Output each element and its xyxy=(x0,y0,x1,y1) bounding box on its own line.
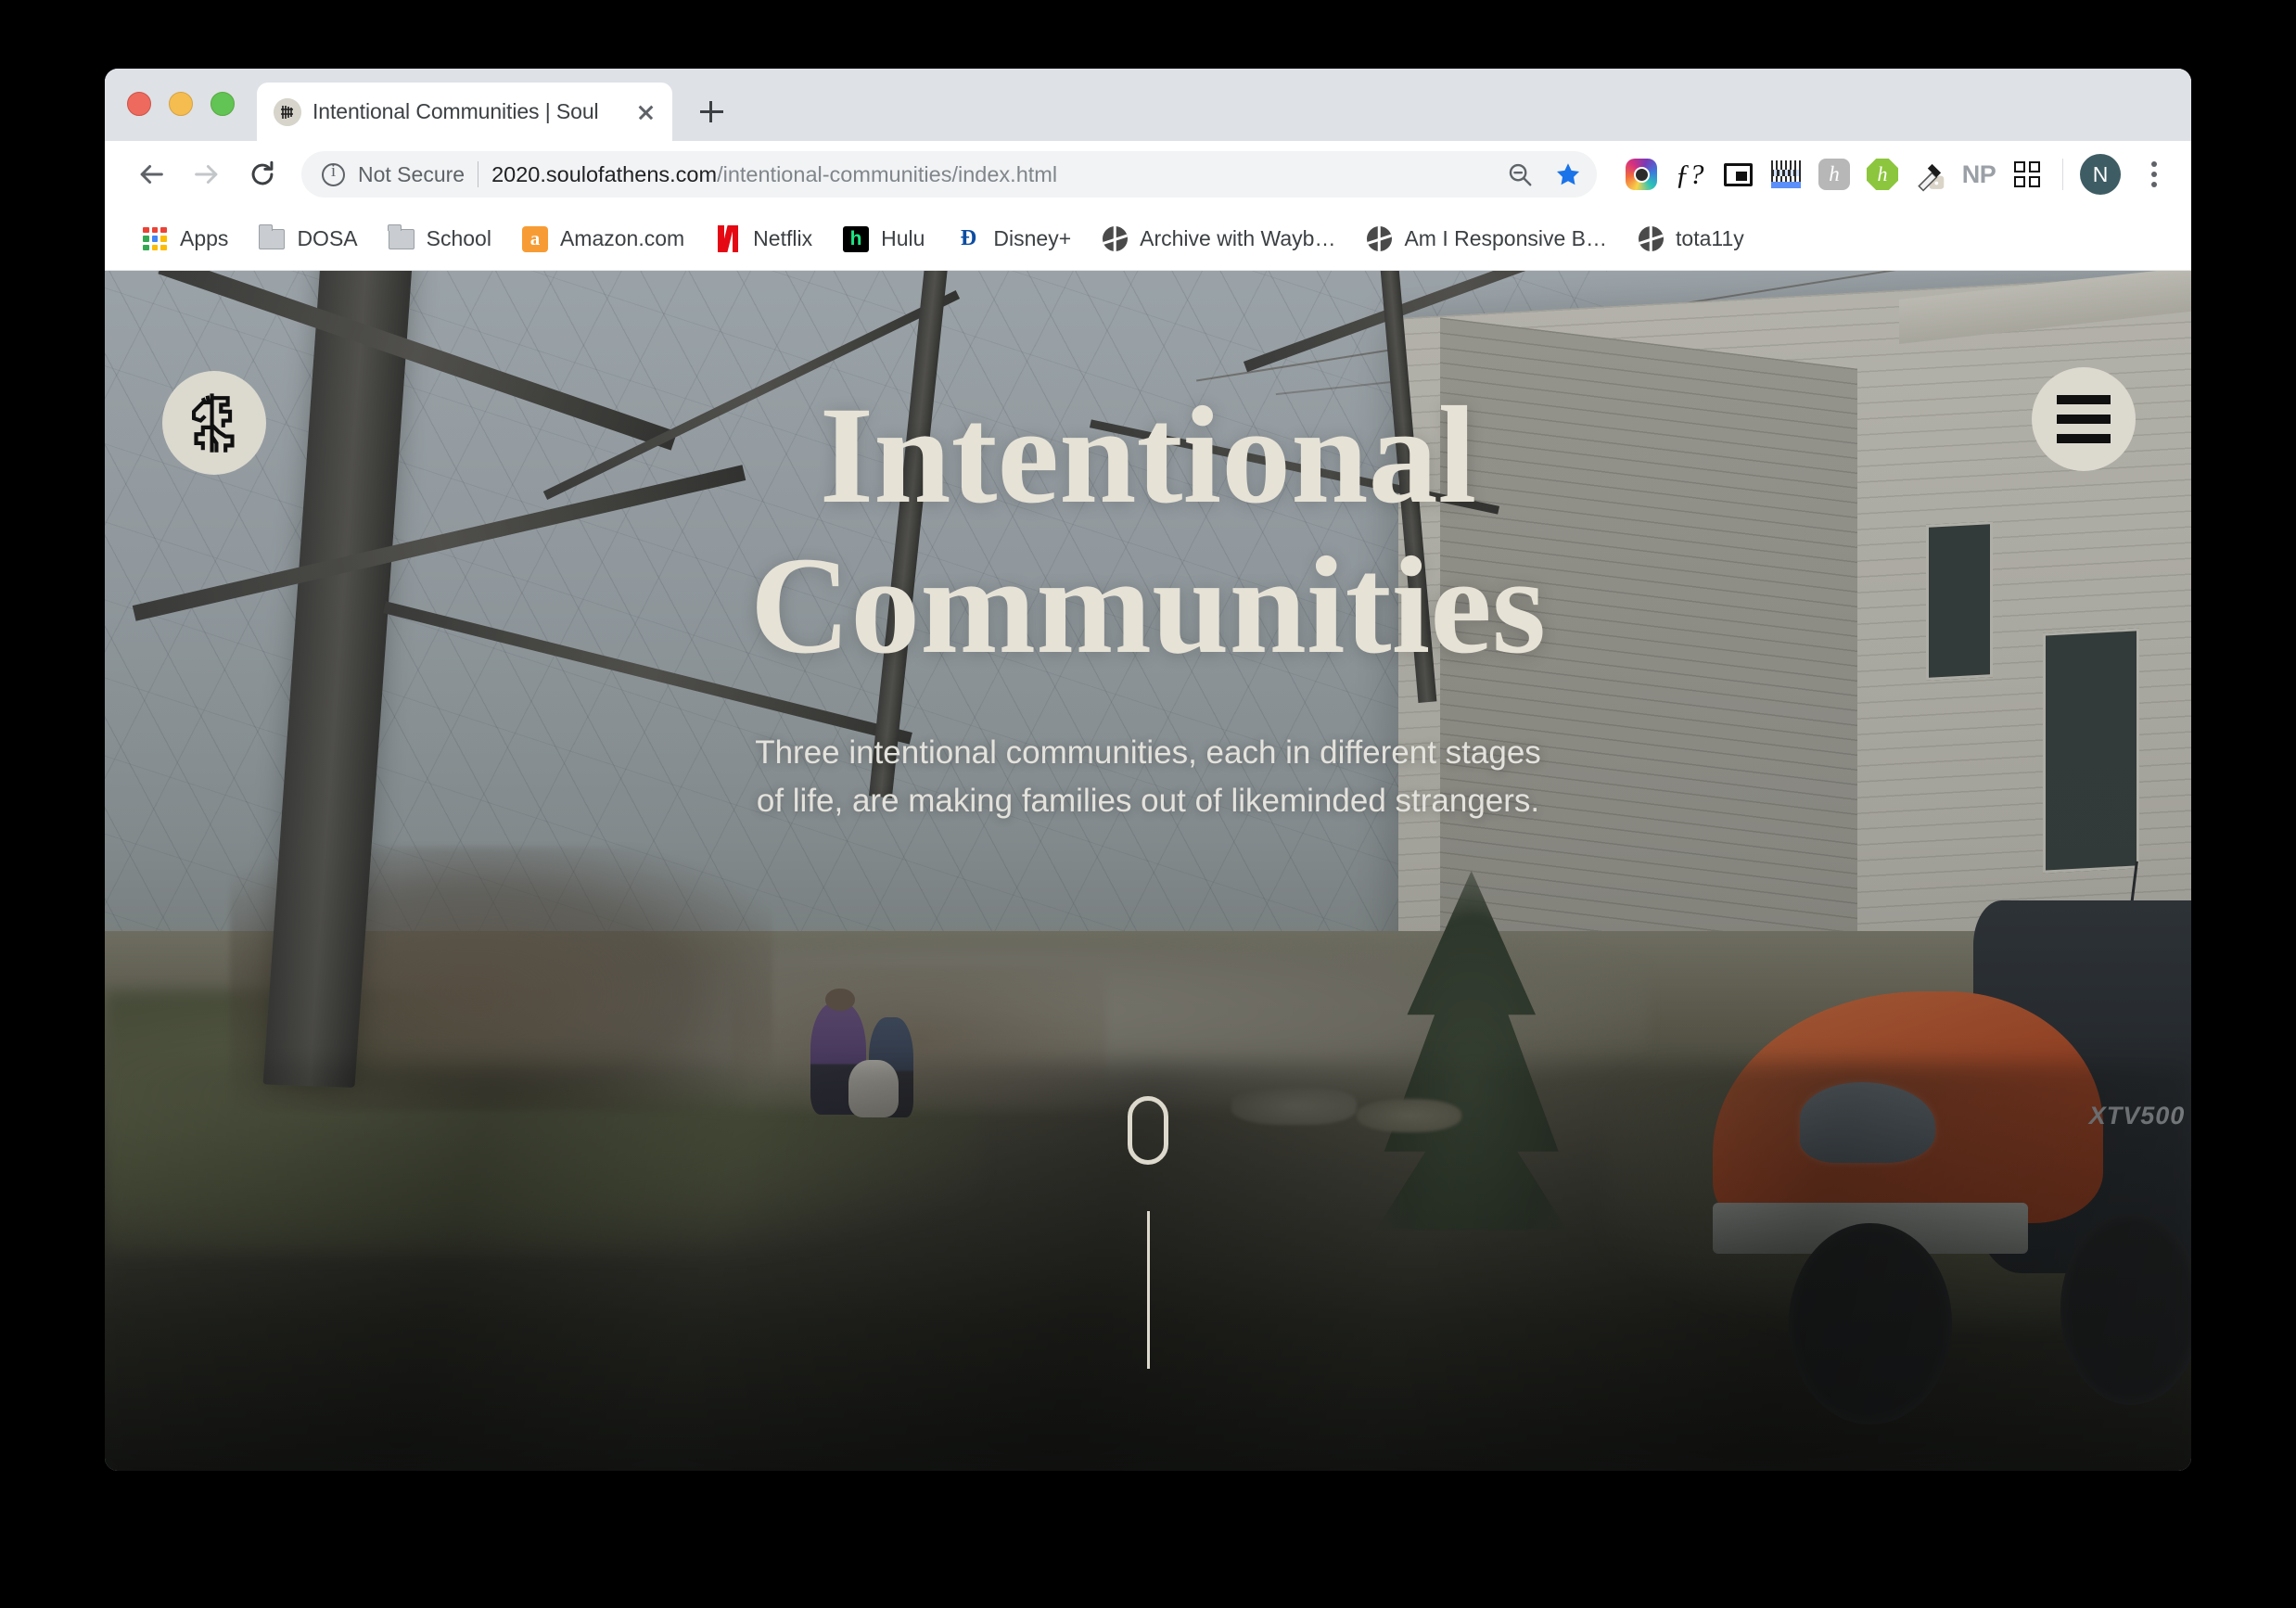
tab-title: Intentional Communities | Soul xyxy=(313,99,599,123)
new-tab-button[interactable] xyxy=(689,89,733,134)
page-title: Intentional Communities xyxy=(309,380,1987,681)
netflix-icon xyxy=(714,225,742,253)
star-icon[interactable] xyxy=(1547,153,1589,196)
tab-favicon-icon xyxy=(274,97,301,126)
close-tab-button[interactable] xyxy=(631,98,659,126)
address-bar[interactable]: Not Secure 2020.soulofathens.com/intenti… xyxy=(301,151,1597,198)
instagram-extension-icon[interactable] xyxy=(1623,156,1660,193)
bookmark-dosa[interactable]: DOSA xyxy=(246,220,369,259)
bookmarks-bar: Apps DOSA School a Amazon.com Netflix h … xyxy=(105,208,2191,271)
bookmark-label: Archive with Wayb… xyxy=(1140,226,1336,250)
toolbar-divider xyxy=(2062,159,2063,190)
bookmark-label: tota11y xyxy=(1676,226,1744,250)
scroll-line xyxy=(1146,1211,1150,1369)
disney-plus-icon: Ð xyxy=(960,226,977,250)
bookmark-am-i-responsive[interactable]: Am I Responsive B… xyxy=(1353,220,1619,259)
bookmark-tota11y[interactable]: tota11y xyxy=(1625,220,1756,259)
chrome-menu-icon[interactable] xyxy=(2134,154,2175,195)
page-subtitle: Three intentional communities, each in d… xyxy=(755,734,1541,819)
url-path: /intentional-communities/index.html xyxy=(717,161,1058,186)
bookmark-archive-wayback[interactable]: Archive with Wayb… xyxy=(1089,220,1347,259)
bookmark-school[interactable]: School xyxy=(376,220,504,259)
bookmark-netflix[interactable]: Netflix xyxy=(702,220,824,259)
tab-strip: Intentional Communities | Soul xyxy=(105,69,2191,141)
reload-button[interactable] xyxy=(236,148,288,200)
maximize-window-button[interactable] xyxy=(210,92,235,116)
extensions-grid-icon[interactable] xyxy=(2009,156,2046,193)
hypothesis-extension-icon[interactable]: h xyxy=(1816,156,1853,193)
bookmark-label: Apps xyxy=(180,226,229,250)
site-info-icon[interactable] xyxy=(322,161,345,186)
hulu-icon: h xyxy=(842,225,870,253)
picture-in-picture-extension-icon[interactable] xyxy=(1719,156,1756,193)
barcode-extension-icon[interactable] xyxy=(1767,156,1805,193)
apps-grid-icon xyxy=(141,225,169,253)
bookmark-label: DOSA xyxy=(297,226,358,250)
browser-window: Intentional Communities | Soul Not Secu xyxy=(105,69,2191,1471)
bookmark-label: Hulu xyxy=(881,226,925,250)
hero-text-block: Intentional Communities Three intentiona… xyxy=(105,380,2191,825)
globe-icon xyxy=(1101,225,1129,253)
close-window-button[interactable] xyxy=(127,92,151,116)
url-text[interactable]: 2020.soulofathens.com/intentional-commun… xyxy=(491,162,1486,187)
url-domain: 2020.soulofathens.com xyxy=(491,161,718,186)
page-title-line-1: Intentional xyxy=(819,378,1477,532)
page-title-line-2: Communities xyxy=(749,529,1547,683)
forward-button[interactable] xyxy=(181,148,233,200)
bookmark-label: Netflix xyxy=(753,226,813,250)
browser-toolbar: Not Secure 2020.soulofathens.com/intenti… xyxy=(105,141,2191,208)
np-extension-icon[interactable]: NP xyxy=(1960,156,1997,193)
bookmark-hulu[interactable]: h Hulu xyxy=(830,220,937,259)
bookmark-amazon[interactable]: a Amazon.com xyxy=(509,220,696,259)
page-viewport: XTV500 xyxy=(105,271,2191,1471)
amazon-icon: a xyxy=(521,225,549,253)
omnibox-actions xyxy=(1499,153,1589,196)
bookmark-label: Disney+ xyxy=(993,226,1072,250)
scroll-down-indicator[interactable] xyxy=(1128,1096,1168,1369)
color-picker-extension-icon[interactable] xyxy=(1912,156,1949,193)
font-finder-extension-icon[interactable]: ƒ? xyxy=(1671,156,1708,193)
bookmark-apps[interactable]: Apps xyxy=(129,220,240,259)
security-status-label: Not Secure xyxy=(358,161,466,186)
extensions-row: ƒ? h h NP xyxy=(1623,156,2046,193)
globe-icon xyxy=(1637,225,1665,253)
bookmark-disney-plus[interactable]: Ð Disney+ xyxy=(942,220,1083,259)
minimize-window-button[interactable] xyxy=(169,92,193,116)
back-button[interactable] xyxy=(125,148,177,200)
bookmark-label: Am I Responsive B… xyxy=(1404,226,1608,250)
scroll-mouse-icon xyxy=(1128,1096,1168,1165)
folder-icon xyxy=(388,223,415,253)
profile-avatar[interactable]: N xyxy=(2080,154,2121,195)
globe-icon xyxy=(1365,225,1393,253)
zoom-out-icon[interactable] xyxy=(1499,153,1541,196)
folder-icon xyxy=(258,223,286,253)
honey-extension-icon[interactable]: h xyxy=(1864,156,1901,193)
window-traffic-lights xyxy=(127,92,235,116)
bookmark-label: Amazon.com xyxy=(559,226,685,250)
browser-tab[interactable]: Intentional Communities | Soul xyxy=(257,83,672,141)
bookmark-label: School xyxy=(426,226,491,250)
